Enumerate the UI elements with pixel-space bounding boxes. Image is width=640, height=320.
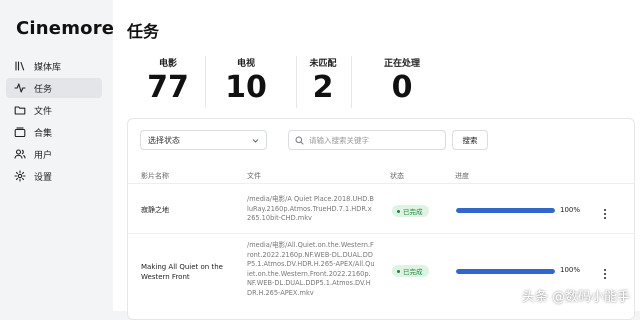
sidebar-item-settings[interactable]: 设置 [6,166,102,186]
progress-fill [456,269,555,274]
column-header-status: 状态 [390,172,404,180]
progress-text: 100% [560,206,581,214]
users-icon [14,148,26,160]
activity-icon [14,82,26,94]
stat-label: 正在处理 [383,59,420,69]
column-header-title: 影片名称 [141,172,169,180]
sidebar-item-label: 文件 [34,106,53,117]
sidebar-nav: 媒体库 任务 文件 合集 用户 设置 [6,56,102,188]
progress-text: 100% [560,266,581,274]
sidebar-item-label: 任务 [34,84,53,95]
folder-icon [14,104,26,116]
stat-processing: 正在处理 0 [350,56,454,108]
status-badge-label: 已完成 [403,268,423,276]
row-file: /media/电影/All.Quiet.on.the.Western.Front… [247,241,375,297]
status-badge-label: 已完成 [403,208,423,216]
header-divider [128,183,634,184]
sidebar-item-tasks[interactable]: 任务 [6,78,102,98]
sidebar-item-files[interactable]: 文件 [6,100,102,120]
sidebar-item-label: 用户 [34,150,53,161]
progress-bar [456,269,555,274]
status-badge: 已完成 [392,265,429,277]
sidebar-item-collections[interactable]: 合集 [6,122,102,142]
row-title: Making All Quiet on the Western Front [141,263,223,281]
sidebar: Cinemore 媒体库 任务 文件 合集 用户 设置 [0,0,114,311]
sidebar-item-users[interactable]: 用户 [6,144,102,164]
chevron-down-icon [251,136,260,145]
search-icon [295,136,304,145]
stats-row: 电影 77 电视 10 未匹配 2 正在处理 0 [113,56,640,108]
library-icon [14,60,26,72]
search-box [288,130,446,150]
sidebar-item-label: 合集 [34,128,53,139]
more-options-icon[interactable] [602,265,608,279]
search-input[interactable] [309,135,439,145]
row-divider [128,233,634,234]
stat-value: 0 [391,70,413,105]
column-header-progress: 进度 [455,172,469,180]
row-file: /media/电影/A Quiet Place.2018.UHD.BluRay.… [247,195,374,222]
search-button[interactable]: 搜索 [452,130,488,150]
more-options-icon[interactable] [602,205,608,219]
gear-icon [14,170,26,182]
app-brand: Cinemore [16,18,115,39]
page-title: 任务 [127,22,160,41]
status-dot-icon [397,209,400,213]
row-title: 寂静之地 [141,206,169,214]
sidebar-item-library[interactable]: 媒体库 [6,56,102,76]
status-select[interactable]: 选择状态 [140,130,267,150]
progress-bar [456,208,555,213]
collection-icon [14,126,26,138]
status-select-value: 选择状态 [148,135,180,145]
column-header-file: 文件 [247,172,261,180]
status-badge: 已完成 [392,205,429,217]
sidebar-item-label: 设置 [34,172,53,183]
main-panel: 任务 电影 77 电视 10 未匹配 2 正在处理 0 选择状态 请输入搜索关键… [113,0,640,320]
watermark: 头条 @数码小能手 [521,290,630,305]
progress-fill [456,208,555,213]
status-dot-icon [397,269,400,273]
sidebar-item-label: 媒体库 [34,62,62,73]
